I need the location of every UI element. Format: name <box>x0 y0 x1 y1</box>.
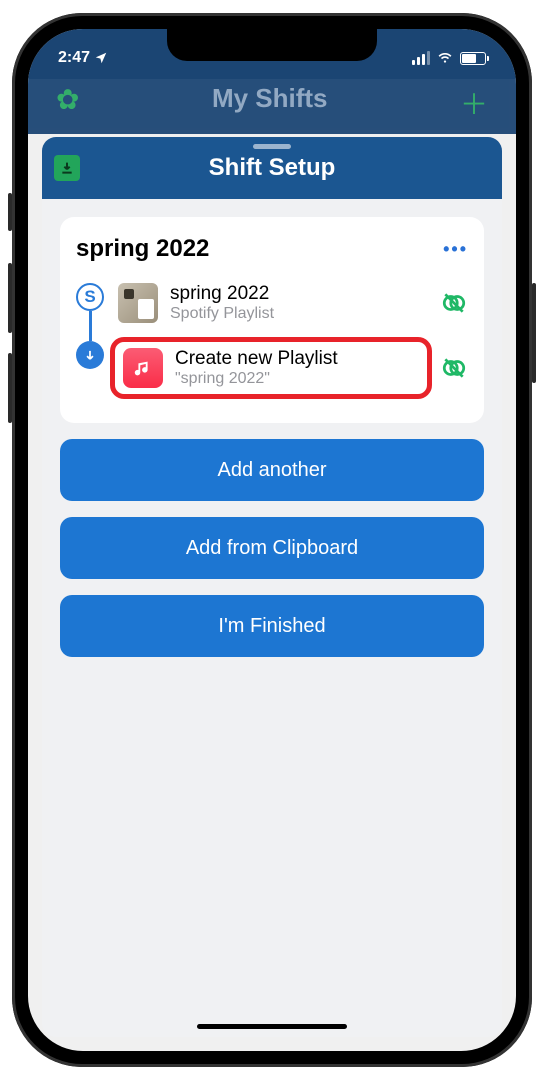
wifi-icon <box>436 51 454 65</box>
home-indicator[interactable] <box>197 1024 347 1029</box>
notch <box>167 29 377 61</box>
im-finished-button[interactable]: I'm Finished <box>60 595 484 657</box>
download-icon[interactable] <box>54 155 80 181</box>
add-another-label: Add another <box>218 459 327 482</box>
apple-music-icon <box>123 348 163 388</box>
add-clipboard-label: Add from Clipboard <box>186 537 358 560</box>
modal-header: Shift Setup <box>42 137 502 199</box>
highlighted-destination: Create new Playlist "spring 2022" <box>110 337 432 399</box>
location-icon <box>94 51 108 65</box>
source-item-subtitle: Spotify Playlist <box>170 305 424 323</box>
add-plus-icon: ＋ <box>460 83 488 123</box>
match-icon[interactable] <box>440 289 468 317</box>
settings-gear-icon: ✿ <box>56 83 79 116</box>
drag-handle[interactable] <box>253 144 291 149</box>
dest-item-subtitle: "spring 2022" <box>175 370 419 388</box>
card-title: spring 2022 <box>76 235 209 263</box>
add-from-clipboard-button[interactable]: Add from Clipboard <box>60 517 484 579</box>
shift-setup-modal: Shift Setup spring 2022 ••• S <box>42 137 502 1037</box>
background-title: My Shifts <box>212 83 328 114</box>
screen: 2:47 ✿ My Shifts ＋ Shift Setup <box>28 29 516 1051</box>
source-item-title: spring 2022 <box>170 283 424 305</box>
destination-playlist-row[interactable]: Create new Playlist "spring 2022" <box>110 337 468 399</box>
add-another-button[interactable]: Add another <box>60 439 484 501</box>
finished-label: I'm Finished <box>218 615 325 638</box>
cellular-icon <box>412 51 430 65</box>
battery-icon <box>460 52 486 65</box>
shift-card: spring 2022 ••• S <box>60 217 484 423</box>
destination-badge-icon <box>76 341 104 369</box>
mute-switch <box>8 193 12 231</box>
match-icon[interactable] <box>440 354 468 382</box>
background-nav-bar: ✿ My Shifts ＋ <box>28 79 516 134</box>
volume-up-button <box>8 263 12 333</box>
playlist-thumbnail <box>118 283 158 323</box>
dest-item-title: Create new Playlist <box>175 348 419 370</box>
volume-down-button <box>8 353 12 423</box>
modal-title: Shift Setup <box>209 154 336 182</box>
source-playlist-row[interactable]: spring 2022 Spotify Playlist <box>110 277 468 329</box>
source-badge-icon: S <box>76 283 104 311</box>
phone-frame: 2:47 ✿ My Shifts ＋ Shift Setup <box>12 13 532 1067</box>
more-options-button[interactable]: ••• <box>443 239 468 260</box>
flow-rail: S <box>76 277 104 407</box>
power-button <box>532 283 536 383</box>
status-time: 2:47 <box>58 49 90 67</box>
